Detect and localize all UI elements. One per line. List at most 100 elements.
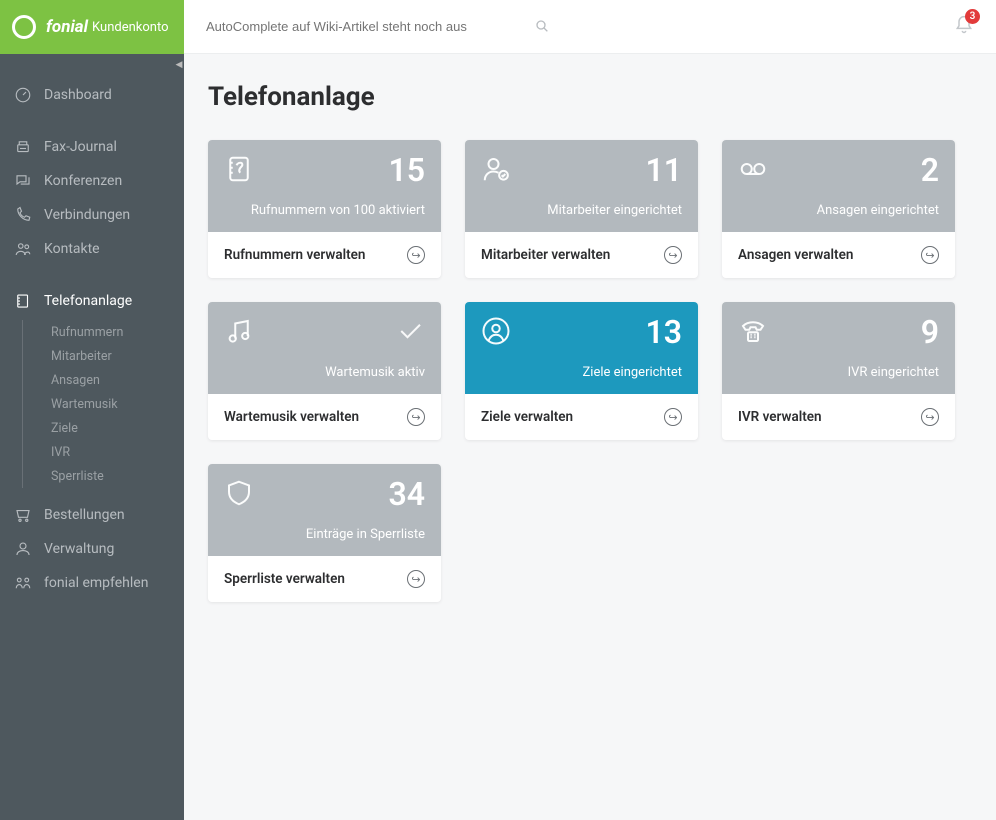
user-check-icon: [481, 154, 511, 184]
arrow-right-icon: ↪: [407, 408, 425, 426]
arrow-right-icon: ↪: [921, 246, 939, 264]
arrow-right-icon: ↪: [921, 408, 939, 426]
card-sub: Wartemusik aktiv: [224, 365, 425, 380]
sidebar-item-label: Verwaltung: [44, 541, 114, 557]
card-top: 9 IVR eingerichtet: [722, 302, 955, 394]
nav: Dashboard Fax-Journal Konferenzen Verb: [0, 54, 184, 600]
card-action[interactable]: Rufnummern verwalten ↪: [208, 232, 441, 278]
subnav-item-ivr[interactable]: IVR: [51, 440, 184, 464]
card-top: 34 Einträge in Sperrliste: [208, 464, 441, 556]
sidebar-item-label: Telefonanlage: [44, 293, 132, 309]
card-value: 11: [645, 154, 682, 186]
sidebar-item-label: Verbindungen: [44, 207, 130, 223]
card-sub: Mitarbeiter eingerichtet: [481, 203, 682, 218]
card-action-label: Rufnummern verwalten: [224, 247, 365, 263]
card-sub: Rufnummern von 100 aktiviert: [224, 203, 425, 218]
card-top: 11 Mitarbeiter eingerichtet: [465, 140, 698, 232]
notifications-button[interactable]: 3: [954, 15, 974, 39]
topbar: 3: [184, 0, 996, 54]
old-phone-icon: [738, 316, 768, 346]
card-action[interactable]: IVR verwalten ↪: [722, 394, 955, 440]
card-sub: Ziele eingerichtet: [481, 365, 682, 380]
sidebar-item-label: Bestellungen: [44, 507, 125, 523]
card-value: 9: [921, 316, 939, 348]
voicemail-icon: [738, 154, 768, 184]
card-action-label: Mitarbeiter verwalten: [481, 247, 610, 263]
addressbook-icon: [224, 154, 254, 184]
card-action-label: Ziele verwalten: [481, 409, 573, 425]
card-sub: Ansagen eingerichtet: [738, 203, 939, 218]
dashboard-icon: [14, 86, 32, 104]
sidebar-collapse-toggle[interactable]: ◀: [174, 56, 184, 74]
sidebar-item-label: Kontakte: [44, 241, 100, 257]
sidebar-item-bestellungen[interactable]: Bestellungen: [0, 498, 184, 532]
card-top: Wartemusik aktiv: [208, 302, 441, 394]
card-action-label: IVR verwalten: [738, 409, 822, 425]
card-action-label: Ansagen verwalten: [738, 247, 853, 263]
card-action[interactable]: Wartemusik verwalten ↪: [208, 394, 441, 440]
sidebar-item-telefonanlage[interactable]: Telefonanlage: [0, 284, 184, 318]
subnav-telefonanlage: Rufnummern Mitarbeiter Ansagen Wartemusi…: [22, 320, 184, 488]
page-title: Telefonanlage: [208, 82, 972, 112]
card-action[interactable]: Mitarbeiter verwalten ↪: [465, 232, 698, 278]
notification-badge: 3: [965, 9, 980, 24]
arrow-right-icon: ↪: [407, 246, 425, 264]
sidebar-item-konferenzen[interactable]: Konferenzen: [0, 164, 184, 198]
sidebar-item-dashboard[interactable]: Dashboard: [0, 78, 184, 112]
arrow-right-icon: ↪: [664, 246, 682, 264]
subnav-item-ziele[interactable]: Ziele: [51, 416, 184, 440]
sidebar-item-empfehlen[interactable]: fonial empfehlen: [0, 566, 184, 600]
sidebar-item-verbindungen[interactable]: Verbindungen: [0, 198, 184, 232]
arrow-right-icon: ↪: [664, 408, 682, 426]
sidebar-item-label: fonial empfehlen: [44, 575, 148, 591]
card-value: 13: [645, 316, 682, 348]
search: [206, 11, 556, 43]
search-input[interactable]: [206, 11, 556, 43]
brand-logo-icon: [12, 15, 36, 39]
card-ziele: 13 Ziele eingerichtet Ziele verwalten ↪: [465, 302, 698, 440]
card-sub: Einträge in Sperrliste: [224, 527, 425, 542]
brand-bar: fonial Kundenkonto: [0, 0, 184, 54]
card-rufnummern: 15 Rufnummern von 100 aktiviert Rufnumme…: [208, 140, 441, 278]
chat-icon: [14, 172, 32, 190]
subnav-item-rufnummern[interactable]: Rufnummern: [51, 320, 184, 344]
brand-name: fonial: [46, 17, 88, 37]
card-value: 2: [921, 154, 939, 186]
card-top: 15 Rufnummern von 100 aktiviert: [208, 140, 441, 232]
cards-grid: 15 Rufnummern von 100 aktiviert Rufnumme…: [208, 140, 972, 602]
music-icon: [224, 316, 254, 346]
sidebar-item-label: Konferenzen: [44, 173, 122, 189]
target-user-icon: [481, 316, 511, 346]
admin-icon: [14, 540, 32, 558]
pbx-icon: [14, 292, 32, 310]
card-action-label: Sperrliste verwalten: [224, 571, 345, 587]
cart-icon: [14, 506, 32, 524]
sidebar-item-kontakte[interactable]: Kontakte: [0, 232, 184, 266]
fax-icon: [14, 138, 32, 156]
card-wartemusik: Wartemusik aktiv Wartemusik verwalten ↪: [208, 302, 441, 440]
content: Telefonanlage 15 Rufnummern von 100 akti…: [184, 54, 996, 630]
card-sub: IVR eingerichtet: [738, 365, 939, 380]
card-action[interactable]: Ansagen verwalten ↪: [722, 232, 955, 278]
card-value: 34: [388, 478, 425, 510]
refer-icon: [14, 574, 32, 592]
card-value: 15: [388, 154, 425, 186]
card-action[interactable]: Sperrliste verwalten ↪: [208, 556, 441, 602]
sidebar-item-faxjournal[interactable]: Fax-Journal: [0, 130, 184, 164]
subnav-item-ansagen[interactable]: Ansagen: [51, 368, 184, 392]
subnav-item-wartemusik[interactable]: Wartemusik: [51, 392, 184, 416]
card-top: 13 Ziele eingerichtet: [465, 302, 698, 394]
subnav-item-sperrliste[interactable]: Sperrliste: [51, 464, 184, 488]
card-top: 2 Ansagen eingerichtet: [722, 140, 955, 232]
sidebar: fonial Kundenkonto Dashboard Fax-Journal: [0, 0, 184, 820]
card-action[interactable]: Ziele verwalten ↪: [465, 394, 698, 440]
arrow-right-icon: ↪: [407, 570, 425, 588]
card-action-label: Wartemusik verwalten: [224, 409, 359, 425]
sidebar-item-label: Fax-Journal: [44, 139, 117, 155]
card-sperrliste: 34 Einträge in Sperrliste Sperrliste ver…: [208, 464, 441, 602]
sidebar-item-label: Dashboard: [44, 87, 112, 103]
main: 3 Telefonanlage 15 Rufnummern von 100 a: [184, 0, 996, 820]
subnav-item-mitarbeiter[interactable]: Mitarbeiter: [51, 344, 184, 368]
check-icon: [395, 316, 425, 346]
sidebar-item-verwaltung[interactable]: Verwaltung: [0, 532, 184, 566]
